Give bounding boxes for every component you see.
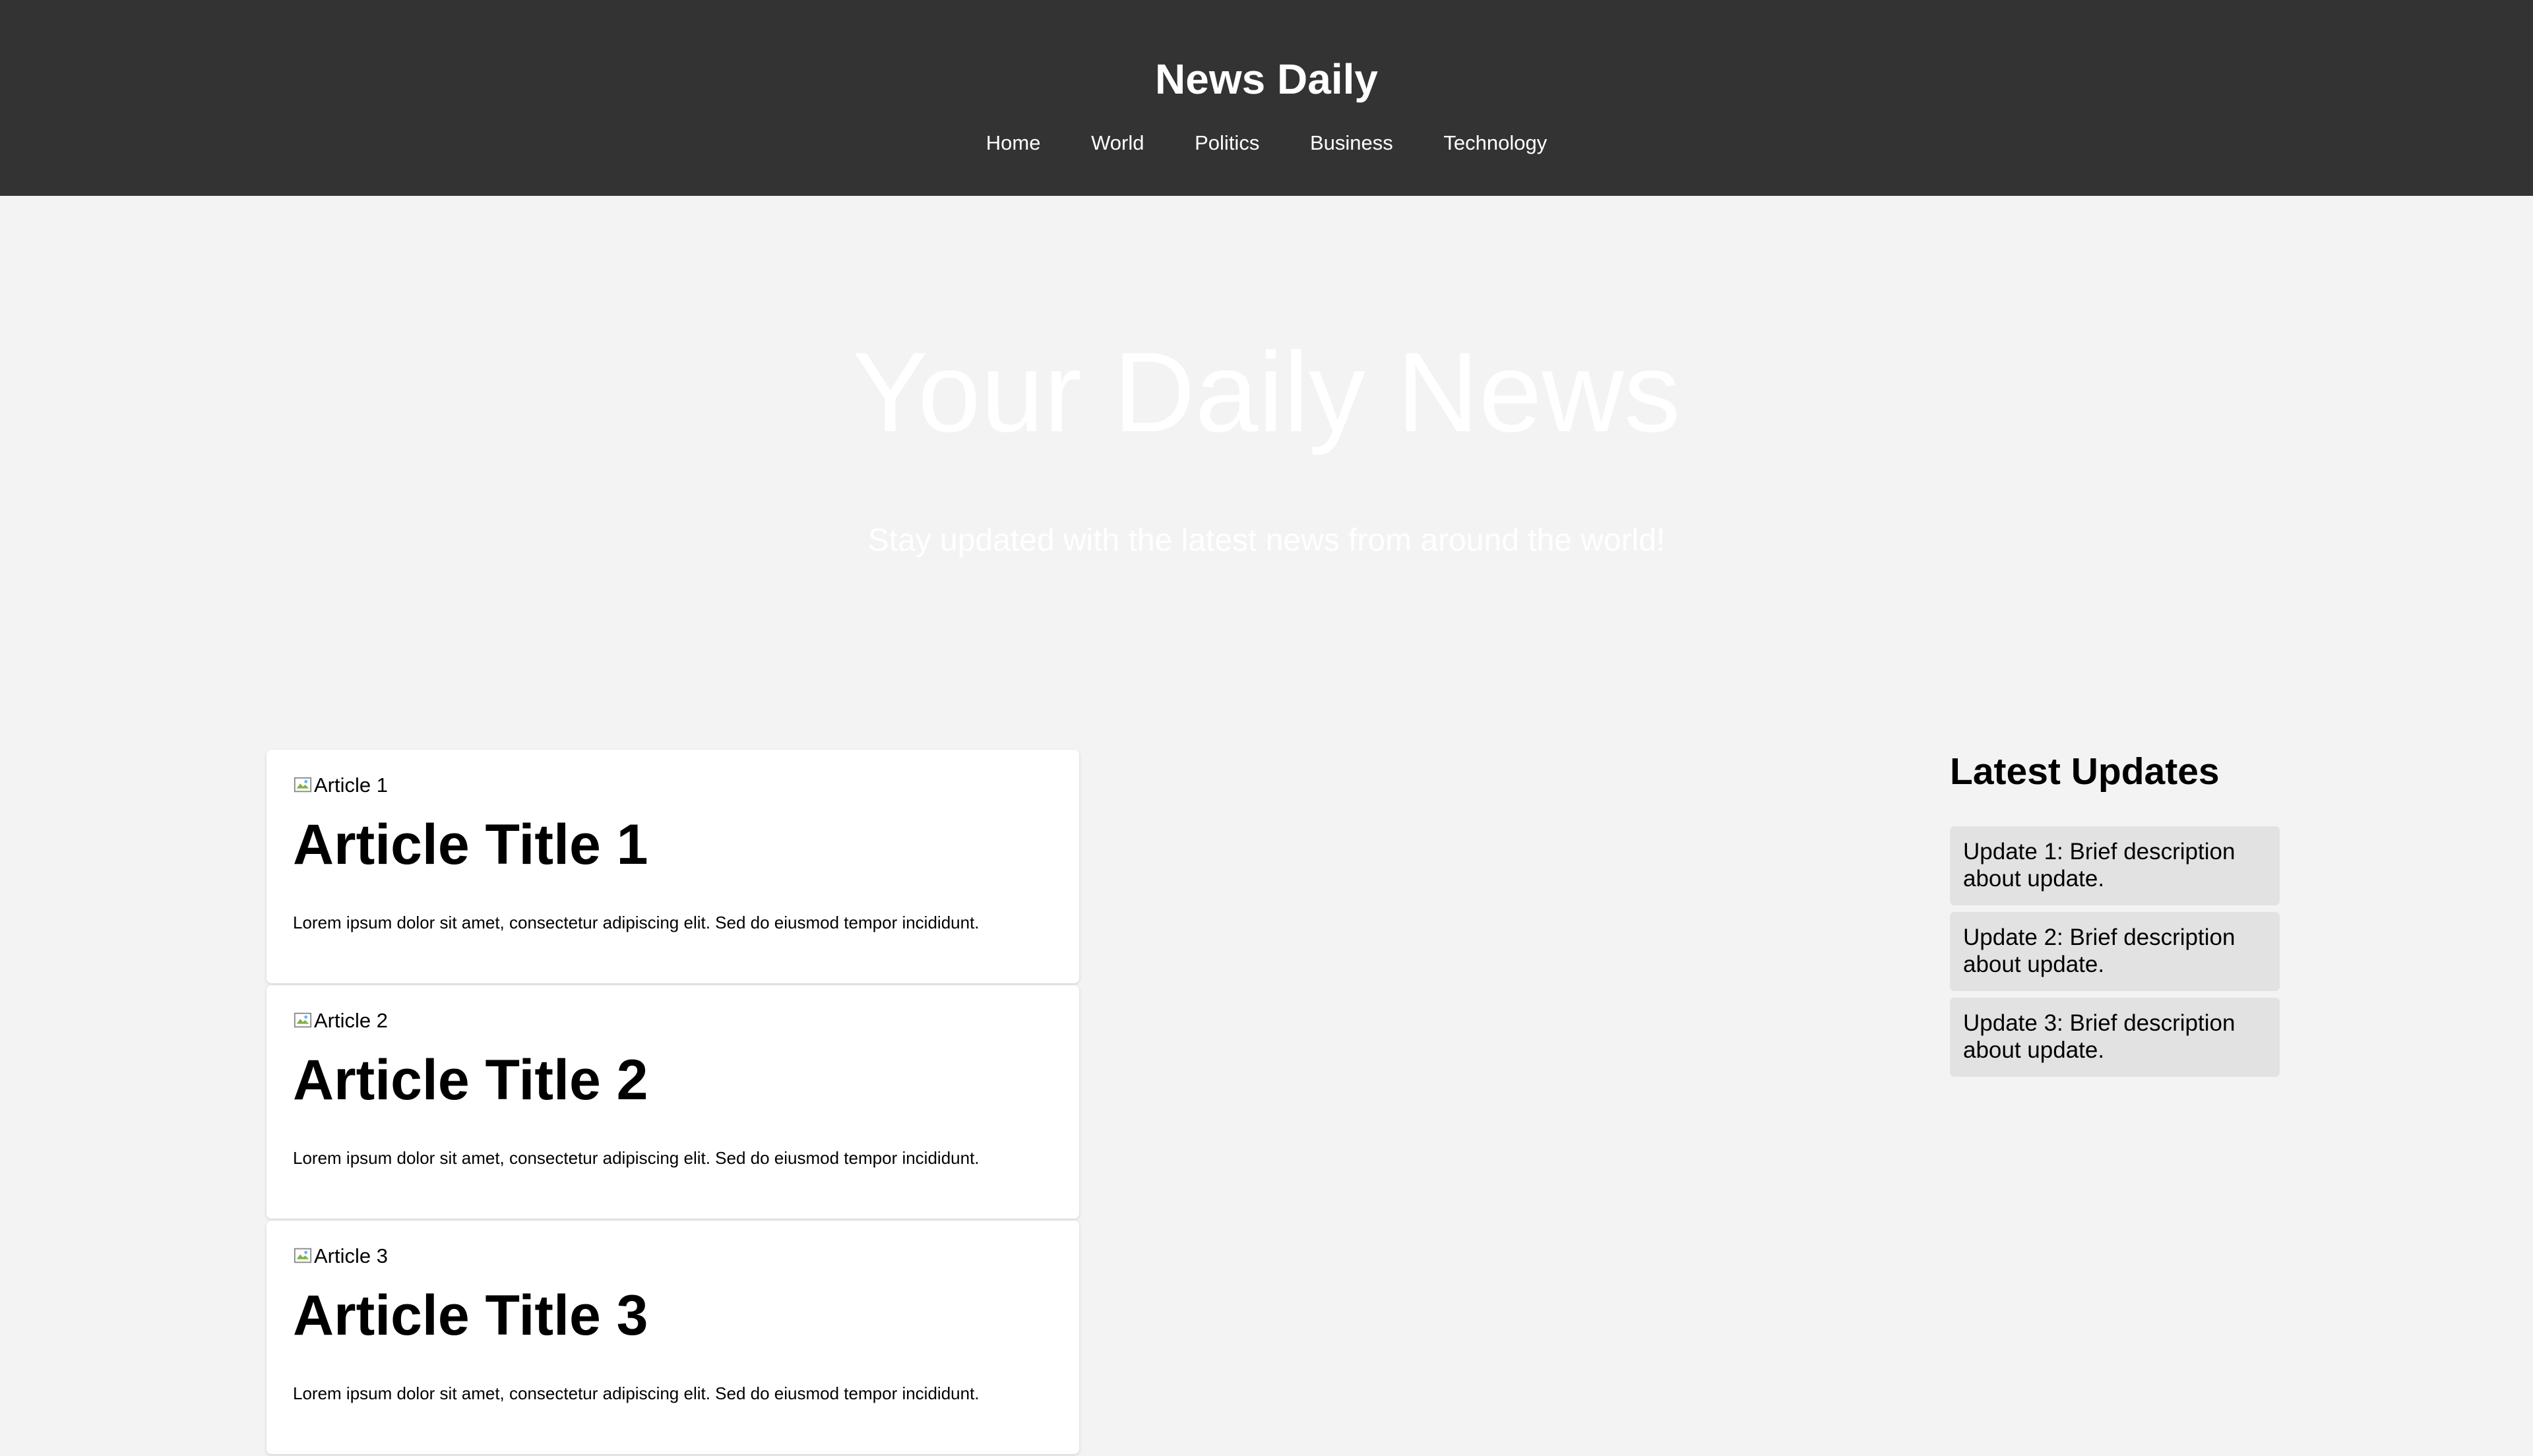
- article-image: Article 3: [293, 1243, 1053, 1269]
- broken-image-icon: [294, 777, 312, 793]
- article-excerpt: Lorem ipsum dolor sit amet, consectetur …: [293, 1383, 980, 1403]
- sidebar-title: Latest Updates: [1950, 750, 2220, 793]
- update-list: Update 1: Brief description about update…: [1950, 826, 2280, 1077]
- article-title[interactable]: Article Title 2: [293, 1047, 1053, 1113]
- site-title: News Daily: [1155, 55, 1378, 103]
- article-image: Article 1: [293, 772, 1053, 799]
- site-header: News Daily Home World Politics Business …: [0, 0, 2533, 196]
- broken-image-icon: [294, 1248, 312, 1263]
- article-list: Article 1 Article Title 1 Lorem ipsum do…: [266, 750, 1079, 1456]
- main-nav: Home World Politics Business Technology: [0, 129, 2533, 158]
- article-excerpt: Lorem ipsum dolor sit amet, consectetur …: [293, 1148, 980, 1168]
- article-excerpt: Lorem ipsum dolor sit amet, consectetur …: [293, 913, 980, 932]
- nav-link-business[interactable]: Business: [1310, 129, 1393, 158]
- article-image-alt: Article 2: [314, 1009, 388, 1032]
- latest-updates-sidebar: Latest Updates Update 1: Brief descripti…: [1950, 743, 2280, 1083]
- nav-link-politics[interactable]: Politics: [1195, 129, 1259, 158]
- article-card[interactable]: Article 3 Article Title 3 Lorem ipsum do…: [266, 1221, 1079, 1454]
- update-item[interactable]: Update 3: Brief description about update…: [1950, 998, 2280, 1077]
- broken-image-icon: [294, 1012, 312, 1028]
- hero-title: Your Daily News: [852, 329, 1681, 456]
- nav-link-world[interactable]: World: [1091, 129, 1144, 158]
- article-title[interactable]: Article Title 1: [293, 812, 1053, 878]
- hero-subtitle: Stay updated with the latest news from a…: [867, 523, 1666, 558]
- update-item[interactable]: Update 2: Brief description about update…: [1950, 912, 2280, 991]
- update-item[interactable]: Update 1: Brief description about update…: [1950, 826, 2280, 905]
- article-image: Article 2: [293, 1008, 1053, 1034]
- nav-link-technology[interactable]: Technology: [1443, 129, 1547, 158]
- article-title[interactable]: Article Title 3: [293, 1283, 1053, 1349]
- nav-link-home[interactable]: Home: [986, 129, 1041, 158]
- article-image-alt: Article 1: [314, 774, 388, 797]
- article-image-alt: Article 3: [314, 1244, 388, 1267]
- article-card[interactable]: Article 1 Article Title 1 Lorem ipsum do…: [266, 750, 1079, 983]
- article-card[interactable]: Article 2 Article Title 2 Lorem ipsum do…: [266, 985, 1079, 1219]
